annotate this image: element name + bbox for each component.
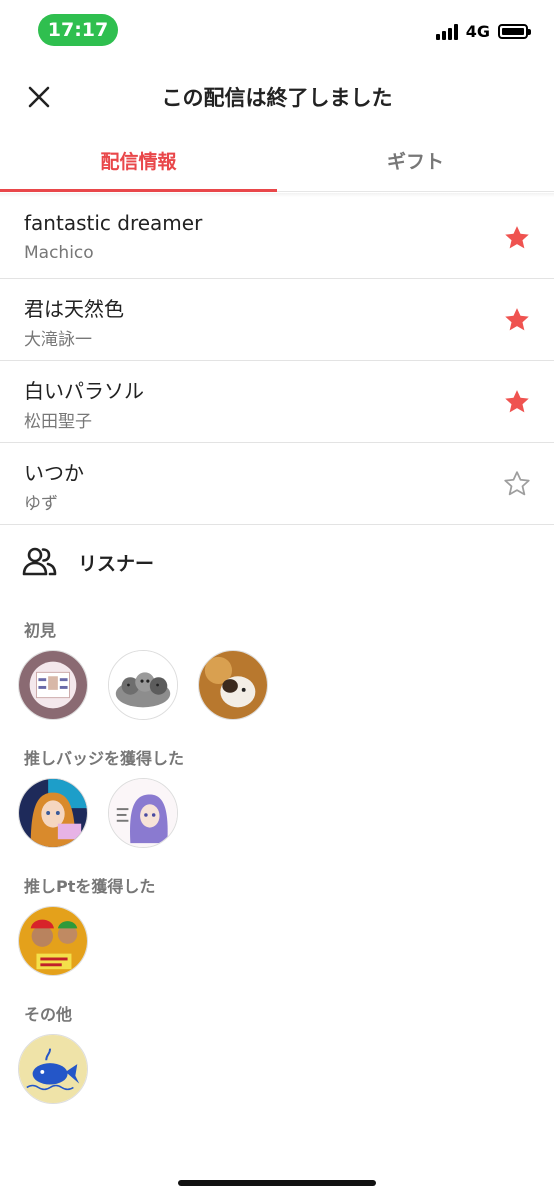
star-filled-icon[interactable]: [502, 223, 532, 253]
group-label-others: その他: [24, 1005, 73, 1024]
avatar[interactable]: [108, 650, 178, 720]
song-item[interactable]: fantastic dreamer Machico: [0, 197, 554, 279]
song-artist: 大滝詠一: [24, 330, 92, 350]
page-title: この配信は終了しました: [161, 86, 393, 110]
status-time: 17:17: [38, 14, 118, 46]
home-indicator[interactable]: [178, 1180, 376, 1186]
song-artist: 松田聖子: [24, 412, 92, 432]
header: この配信は終了しました: [0, 66, 554, 126]
song-title: 白いパラソル: [24, 379, 144, 403]
song-list: fantastic dreamer Machico 君は天然色 大滝詠一 白いパ…: [0, 197, 554, 525]
status-indicators: 4G: [435, 22, 531, 41]
avatar[interactable]: [18, 778, 88, 848]
avatar[interactable]: [108, 778, 178, 848]
listeners-title: リスナー: [78, 552, 155, 575]
avatar[interactable]: [198, 650, 268, 720]
star-outline-icon[interactable]: [502, 469, 532, 499]
avatar[interactable]: [18, 650, 88, 720]
avatar-row-points: [18, 906, 88, 976]
tab-bar: 配信情報 ギフト: [0, 130, 554, 192]
network-label: 4G: [465, 22, 490, 41]
battery-icon: [498, 24, 531, 39]
group-label-first-time: 初見: [24, 621, 57, 640]
avatar[interactable]: [18, 906, 88, 976]
song-item[interactable]: 君は天然色 大滝詠一: [0, 279, 554, 361]
group-label-points: 推しPtを獲得した: [24, 877, 156, 896]
avatar-row-first-time: [18, 650, 268, 720]
avatar-row-others: [18, 1034, 88, 1104]
song-title: いつか: [24, 461, 84, 485]
star-filled-icon[interactable]: [502, 387, 532, 417]
status-bar: 17:17 4G: [0, 0, 554, 60]
users-icon: [22, 547, 57, 576]
group-label-badge: 推しバッジを獲得した: [24, 749, 185, 768]
avatar-row-badge: [18, 778, 178, 848]
avatar[interactable]: [18, 1034, 88, 1104]
tab-stream-info[interactable]: 配信情報: [0, 130, 277, 192]
tab-gifts[interactable]: ギフト: [277, 130, 554, 191]
listeners-header: リスナー: [22, 546, 154, 578]
signal-icon: [435, 23, 458, 40]
song-item[interactable]: いつか ゆず: [0, 443, 554, 525]
song-artist: Machico: [24, 243, 94, 263]
song-title: fantastic dreamer: [24, 211, 203, 235]
song-title: 君は天然色: [24, 297, 124, 321]
song-artist: ゆず: [24, 494, 58, 514]
song-item[interactable]: 白いパラソル 松田聖子: [0, 361, 554, 443]
star-filled-icon[interactable]: [502, 305, 532, 335]
